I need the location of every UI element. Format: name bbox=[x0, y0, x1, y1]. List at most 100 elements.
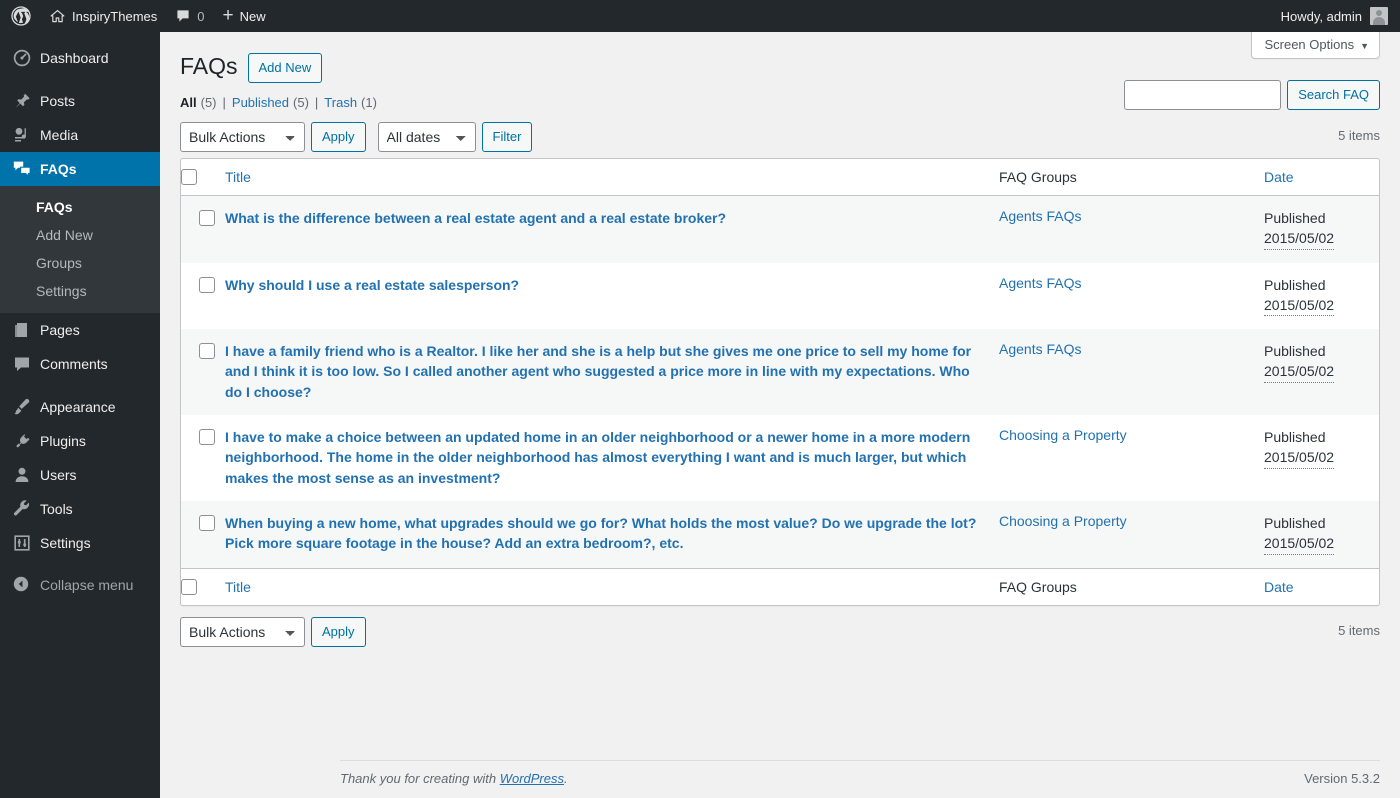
row-title-link[interactable]: What is the difference between a real es… bbox=[225, 208, 979, 228]
comments-bubble-button[interactable]: 0 bbox=[166, 0, 213, 32]
filter-link-trash[interactable]: Trash bbox=[324, 95, 357, 110]
row-title-link[interactable]: I have a family friend who is a Realtor.… bbox=[225, 341, 979, 402]
submenu-item-faqs[interactable]: FAQs bbox=[0, 193, 160, 221]
row-status-label: Published bbox=[1264, 276, 1326, 293]
row-date-cell: Published 2015/05/02 bbox=[1264, 415, 1379, 501]
sliders-icon bbox=[12, 533, 36, 553]
wordpress-logo-button[interactable] bbox=[0, 0, 40, 32]
row-checkbox[interactable] bbox=[199, 514, 215, 531]
row-groups-cell: Agents FAQs bbox=[999, 263, 1264, 330]
column-footer-date[interactable]: Date bbox=[1264, 567, 1379, 605]
footer-thanks: Thank you for creating with WordPress. bbox=[340, 771, 568, 786]
filter-link-published[interactable]: Published bbox=[232, 95, 289, 110]
my-account-menu[interactable]: Howdy, admin bbox=[1281, 7, 1400, 25]
main-content-area: Screen Options ▼ FAQs Add New All (5) | … bbox=[160, 32, 1400, 798]
search-submit-button[interactable]: Search FAQ bbox=[1287, 80, 1380, 110]
submenu-item-groups[interactable]: Groups bbox=[0, 249, 160, 277]
pin-icon bbox=[12, 91, 36, 111]
collapse-arrow-icon bbox=[12, 575, 36, 596]
sidebar-item-pages[interactable]: Pages bbox=[0, 313, 160, 347]
sidebar-item-faqs[interactable]: FAQs bbox=[0, 152, 168, 186]
select-all-footer bbox=[181, 567, 225, 605]
sidebar-item-tools[interactable]: Tools bbox=[0, 492, 160, 526]
plug-icon bbox=[12, 431, 36, 451]
submenu-item-add-new[interactable]: Add New bbox=[0, 221, 160, 249]
column-header-date[interactable]: Date bbox=[1264, 159, 1379, 196]
row-checkbox[interactable] bbox=[199, 343, 215, 360]
row-title-cell: Why should I use a real estate salespers… bbox=[225, 263, 999, 330]
row-groups-cell: Agents FAQs bbox=[999, 329, 1264, 415]
sidebar-gap-1 bbox=[0, 75, 160, 84]
item-count-bottom: 5 items bbox=[1338, 622, 1380, 638]
sidebar-item-comments[interactable]: Comments bbox=[0, 347, 160, 381]
row-checkbox[interactable] bbox=[199, 276, 215, 293]
admin-sidebar-menu: Dashboard Posts Media FAQs FAQs Add New … bbox=[0, 32, 168, 798]
new-content-menu[interactable]: + New bbox=[213, 0, 274, 32]
footer-thanks-suffix: . bbox=[564, 771, 568, 786]
sidebar-item-posts[interactable]: Posts bbox=[0, 84, 160, 118]
faqs-list-table: Title FAQ Groups Date What is the differ… bbox=[180, 158, 1380, 606]
sidebar-item-label: Appearance bbox=[40, 399, 116, 415]
submenu-item-settings[interactable]: Settings bbox=[0, 277, 160, 305]
faq-group-link[interactable]: Agents FAQs bbox=[999, 341, 1081, 357]
filter-link-all[interactable]: All bbox=[180, 95, 197, 110]
sidebar-item-label: Settings bbox=[40, 535, 91, 551]
sidebar-item-settings[interactable]: Settings bbox=[0, 526, 160, 560]
tablenav-bottom: Bulk Actions Edit Move to Trash Apply 5 … bbox=[180, 616, 1380, 647]
apply-button-bottom[interactable]: Apply bbox=[311, 616, 366, 647]
column-header-title[interactable]: Title bbox=[225, 159, 999, 196]
faq-group-link[interactable]: Agents FAQs bbox=[999, 275, 1081, 291]
faq-group-link[interactable]: Choosing a Property bbox=[999, 513, 1127, 529]
row-groups-cell: Agents FAQs bbox=[999, 196, 1264, 263]
row-groups-cell: Choosing a Property bbox=[999, 415, 1264, 501]
sidebar-item-users[interactable]: Users bbox=[0, 458, 160, 492]
filter-link-all-wrap: All (5) | bbox=[180, 95, 232, 110]
bulk-actions-select-bottom[interactable]: Bulk Actions Edit Move to Trash bbox=[180, 616, 305, 647]
sidebar-gap-2 bbox=[0, 381, 160, 390]
new-label: New bbox=[239, 8, 266, 24]
search-input[interactable] bbox=[1124, 80, 1282, 110]
row-checkbox[interactable] bbox=[199, 210, 215, 226]
select-all-checkbox-bottom[interactable] bbox=[181, 578, 197, 595]
row-title-link[interactable]: I have to make a choice between an updat… bbox=[225, 427, 979, 488]
table-body: What is the difference between a real es… bbox=[181, 196, 1379, 568]
table-header-row: Title FAQ Groups Date bbox=[181, 159, 1379, 196]
sidebar-item-label: FAQs bbox=[40, 161, 77, 177]
add-new-button[interactable]: Add New bbox=[247, 53, 323, 83]
sort-by-title-link-bottom[interactable]: Title bbox=[225, 579, 251, 595]
row-title-link[interactable]: Why should I use a real estate salespers… bbox=[225, 275, 979, 295]
sidebar-item-label: Posts bbox=[40, 93, 76, 109]
row-checkbox[interactable] bbox=[199, 429, 215, 446]
sidebar-item-label: Tools bbox=[40, 501, 73, 517]
sidebar-item-plugins[interactable]: Plugins bbox=[0, 424, 160, 458]
faqs-speech-bubbles-icon bbox=[12, 159, 36, 179]
sort-by-title-link[interactable]: Title bbox=[225, 169, 251, 185]
faq-group-link[interactable]: Choosing a Property bbox=[999, 427, 1127, 443]
date-filter-select[interactable]: All dates May 2015 bbox=[377, 122, 476, 152]
column-footer-title[interactable]: Title bbox=[225, 567, 999, 605]
dashboard-icon bbox=[12, 48, 36, 68]
filter-button[interactable]: Filter bbox=[481, 122, 533, 152]
admin-bar: InspiryThemes 0 + New Howdy, admin bbox=[0, 0, 1400, 32]
comments-count: 0 bbox=[197, 8, 205, 24]
filter-count-trash: (1) bbox=[361, 95, 377, 110]
sort-by-date-link[interactable]: Date bbox=[1264, 169, 1294, 185]
paintbrush-icon bbox=[12, 397, 36, 417]
sidebar-item-dashboard[interactable]: Dashboard bbox=[0, 41, 160, 75]
collapse-menu-button[interactable]: Collapse menu bbox=[0, 568, 160, 602]
user-avatar-icon bbox=[1370, 7, 1388, 25]
bulk-actions-select-top[interactable]: Bulk Actions Edit Move to Trash bbox=[180, 122, 305, 152]
select-all-checkbox-top[interactable] bbox=[181, 169, 197, 185]
sidebar-item-media[interactable]: Media bbox=[0, 118, 160, 152]
site-name-menu[interactable]: InspiryThemes bbox=[40, 0, 166, 32]
sort-by-date-link-bottom[interactable]: Date bbox=[1264, 579, 1294, 595]
table-row: What is the difference between a real es… bbox=[181, 196, 1379, 263]
table-row: I have a family friend who is a Realtor.… bbox=[181, 329, 1379, 416]
admin-footer: Thank you for creating with WordPress. V… bbox=[340, 760, 1380, 798]
row-title-link[interactable]: When buying a new home, what upgrades sh… bbox=[225, 513, 979, 554]
wordpress-link[interactable]: WordPress bbox=[500, 771, 564, 786]
apply-button-top[interactable]: Apply bbox=[311, 122, 366, 152]
sidebar-item-label: Pages bbox=[40, 322, 80, 338]
sidebar-item-appearance[interactable]: Appearance bbox=[0, 390, 160, 424]
faq-group-link[interactable]: Agents FAQs bbox=[999, 208, 1081, 224]
